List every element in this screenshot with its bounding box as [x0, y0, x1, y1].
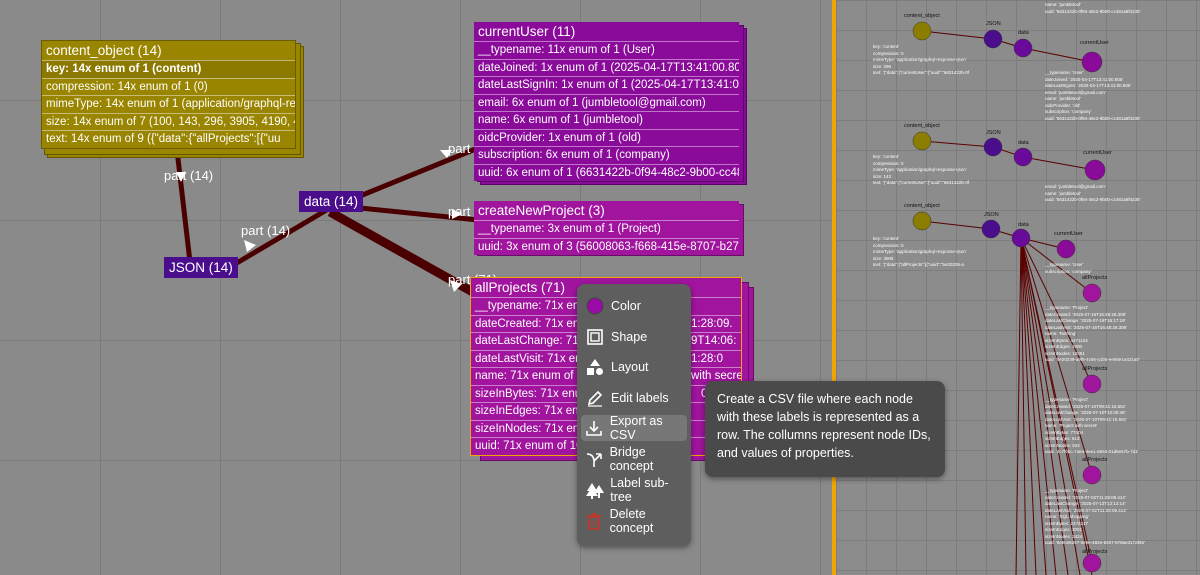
overview-edges: [912, 21, 1106, 575]
overview-node[interactable]: [1082, 553, 1102, 573]
concept-node-json[interactable]: JSON (14): [164, 257, 241, 281]
menu-item-export-csv[interactable]: Export as CSV: [581, 414, 687, 442]
overview-properties: name: 'jumbletool' uuid: '6631422b-0f94-4…: [1045, 2, 1141, 14]
context-menu: Color Shape Layout Edit labels Export as…: [577, 284, 691, 546]
node-property: name: 6x enum of 1 (jumbletool): [474, 111, 739, 129]
node-title: currentUser (11): [478, 24, 576, 39]
overview-node-label: JSON: [984, 212, 999, 218]
node-property: __typename: 3x enum of 1 (Project): [474, 220, 739, 238]
overview-node[interactable]: [1056, 239, 1076, 259]
overview-properties: email: 'jumbletool@gmail.com' name: 'jumb…: [1045, 184, 1141, 202]
bridge-icon: [585, 449, 604, 469]
node-property: text: 14x enum of 9 ({"data":{"allProjec…: [42, 130, 295, 148]
node-title: JSON (14): [169, 260, 233, 275]
overview-node-label: allProjects: [1082, 275, 1108, 281]
shape-icon: [585, 327, 605, 347]
edge-label-data-createnewproject: part: [448, 204, 471, 219]
concept-node-createnewproject[interactable]: createNewProject (3) __typename: 3x enum…: [474, 201, 744, 256]
concept-node-currentuser[interactable]: currentUser (11) __typename: 11x enum of…: [474, 22, 747, 185]
overview-node-label: allProjects: [1082, 366, 1108, 372]
overview-properties: __typename: 'Project' dateCreated: '2025-…: [1045, 305, 1140, 362]
edge-label-data-currentuser: part: [448, 141, 471, 156]
pencil-icon: [585, 388, 605, 408]
overview-node[interactable]: [1084, 159, 1106, 181]
overview-node[interactable]: [1081, 51, 1103, 73]
overview-node[interactable]: [1082, 465, 1102, 485]
overview-node[interactable]: [1013, 147, 1033, 167]
overview-node-label: content_object: [904, 13, 940, 19]
overview-node[interactable]: [1013, 38, 1033, 58]
menu-item-edit-labels[interactable]: Edit labels: [581, 385, 687, 411]
overview-node-label: content_object: [904, 203, 940, 209]
overview-node-label: currentUser: [1054, 231, 1083, 237]
overview-properties: __typename: 'User' subscription: 'company…: [1045, 262, 1092, 274]
overview-node[interactable]: [912, 131, 932, 151]
node-property: compression: 14x enum of 1 (0): [42, 77, 295, 96]
node-property: dateJoined: 1x enum of 1 (2025-04-17T13:…: [474, 58, 739, 77]
overview-node-label: data: [1018, 140, 1029, 146]
node-property: dateLastSignIn: 1x enum of 1 (2025-04-17…: [474, 76, 739, 94]
menu-item-color[interactable]: Color: [581, 293, 687, 319]
overview-node[interactable]: [912, 21, 932, 41]
menu-item-shape[interactable]: Shape: [581, 324, 687, 350]
node-property: uuid: 6x enum of 1 (6631422b-0f94-48c2-9…: [474, 163, 739, 182]
overview-properties: __typename: 'Project' dateCreated: '2025-…: [1045, 488, 1145, 545]
node-property: key: 14x enum of 1 (content): [42, 60, 295, 78]
overview-node-label: JSON: [986, 130, 1001, 136]
node-property: __typename: 11x enum of 1 (User): [474, 41, 739, 59]
color-swatch-icon: [585, 296, 605, 316]
overview-node[interactable]: [983, 29, 1003, 49]
overview-node-label: data: [1018, 30, 1029, 36]
trees-icon: [585, 480, 604, 500]
node-title: createNewProject (3): [478, 203, 605, 218]
node-title: data (14): [304, 194, 359, 209]
overview-node[interactable]: [1011, 228, 1031, 248]
graph-canvas[interactable]: part (14) part (14) part part part (71) …: [0, 0, 835, 575]
edge-label-content-json: part (14): [164, 168, 214, 183]
overview-node[interactable]: [983, 137, 1003, 157]
overview-node-label: currentUser: [1083, 150, 1112, 156]
overview-node[interactable]: [1082, 283, 1102, 303]
layout-icon: [585, 357, 605, 377]
node-property: mimeType: 14x enum of 1 (application/gra…: [42, 95, 295, 113]
overview-node-label: currentUser: [1080, 40, 1109, 46]
download-icon: [585, 418, 604, 438]
overview-node-label: data: [1018, 222, 1029, 228]
node-property: uuid: 3x enum of 3 (56008063-f668-415e-8…: [474, 237, 739, 256]
overview-node-label: content_object: [904, 123, 940, 129]
menu-item-delete-concept[interactable]: Delete concept: [581, 507, 687, 535]
node-property: email: 6x enum of 1 (jumbletool@gmail.co…: [474, 93, 739, 112]
overview-node[interactable]: [912, 211, 932, 231]
concept-node-data[interactable]: data (14): [299, 191, 367, 215]
node-property: oidcProvider: 1x enum of 1 (old): [474, 128, 739, 147]
overview-node[interactable]: [1082, 374, 1102, 394]
trash-icon: [585, 511, 604, 531]
export-csv-tooltip: Create a CSV file where each node with t…: [705, 381, 945, 477]
overview-panel[interactable]: content_object JSON data currentUser con…: [836, 0, 1200, 575]
edge-label-json-data: part (14): [241, 223, 291, 238]
overview-node[interactable]: [981, 219, 1001, 239]
overview-properties: key: 'content' compression: 0 mimeType: 'a…: [873, 236, 967, 267]
overview-node-label: allProjects: [1082, 549, 1108, 555]
overview-node-label: JSON: [986, 21, 1001, 27]
node-title: content_object (14): [46, 43, 162, 58]
menu-item-label-sub-tree[interactable]: Label sub-tree: [581, 476, 687, 504]
overview-properties: key: 'content' compression: 0 mimeType: 'a…: [873, 44, 970, 75]
overview-properties: __typename: 'User' dateJoined: '2025-04-1…: [1045, 70, 1141, 121]
menu-item-bridge-concept[interactable]: Bridge concept: [581, 445, 687, 473]
node-property: subscription: 6x enum of 1 (company): [474, 146, 739, 164]
overview-node-label: allProjects: [1082, 457, 1108, 463]
overview-properties: key: 'content' compression: 0 mimeType: 'a…: [873, 154, 970, 185]
concept-node-content-object[interactable]: content_object (14) key: 14x enum of 1 (…: [41, 40, 304, 158]
overview-properties: __typename: 'Project' dateCreated: '2025-…: [1045, 397, 1139, 454]
node-property: size: 14x enum of 7 (100, 143, 296, 3905…: [42, 112, 295, 131]
menu-item-layout[interactable]: Layout: [581, 354, 687, 380]
